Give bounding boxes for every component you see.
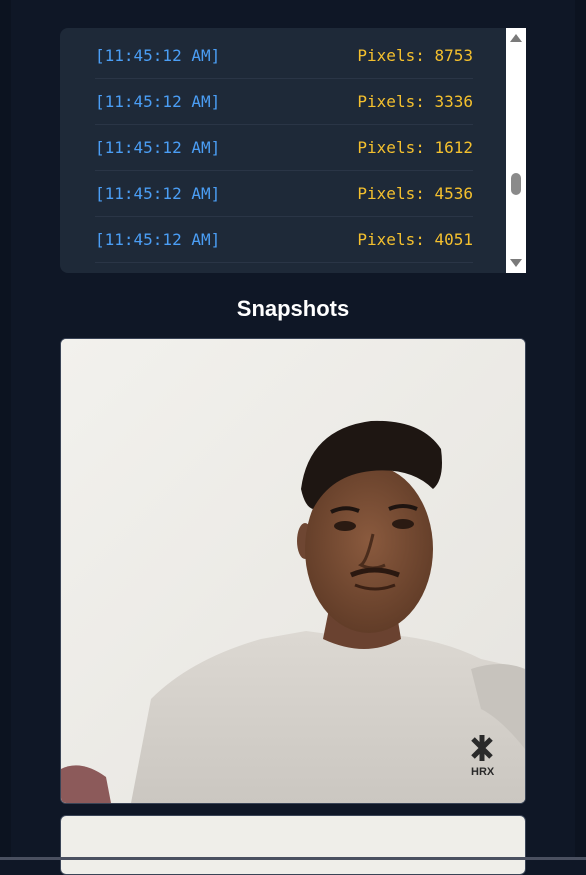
scrollbar-thumb[interactable] [511, 173, 521, 195]
log-timestamp: [11:45:12 AM] [95, 46, 221, 65]
shirt-logo-text: HRX [471, 766, 495, 778]
log-timestamp: [11:45:12 AM] [95, 92, 221, 111]
snapshot-image[interactable]: HRX [60, 338, 526, 804]
log-timestamp: [11:45:12 AM] [95, 184, 221, 203]
scroll-down-arrow-icon[interactable] [510, 259, 522, 267]
log-pixel-count: Pixels: 4536 [357, 184, 473, 203]
log-timestamp: [11:45:12 AM] [95, 138, 221, 157]
log-pixel-count: Pixels: 8753 [357, 46, 473, 65]
log-entry: [11:45:12 AM] Pixels: 8753 [95, 28, 473, 79]
snapshots-heading: Snapshots [236, 296, 350, 321]
right-gutter [575, 0, 586, 860]
log-timestamp: [11:45:12 AM] [95, 230, 221, 249]
pixel-log-panel[interactable]: [11:45:12 AM] Pixels: 8753 [11:45:12 AM]… [60, 28, 526, 273]
snapshot-photo: HRX [61, 339, 525, 803]
log-entry: [11:45:12 AM] Pixels: 4536 [95, 171, 473, 217]
log-entry: [11:45:12 AM] Pixels: 4051 [95, 217, 473, 263]
snapshot-image-partial[interactable] [60, 815, 526, 875]
log-pixel-count: Pixels: 1612 [357, 138, 473, 157]
scroll-up-arrow-icon[interactable] [510, 34, 522, 42]
log-pixel-count: Pixels: 3336 [357, 92, 473, 111]
page: [11:45:12 AM] Pixels: 8753 [11:45:12 AM]… [0, 0, 586, 875]
left-gutter [0, 0, 11, 860]
shirt-logo: HRX [471, 735, 495, 778]
pixel-log-list: [11:45:12 AM] Pixels: 8753 [11:45:12 AM]… [95, 28, 473, 263]
log-pixel-count: Pixels: 4051 [357, 230, 473, 249]
log-entry: [11:45:12 AM] Pixels: 1612 [95, 125, 473, 171]
log-scrollbar[interactable] [506, 28, 526, 273]
log-entry: [11:45:12 AM] Pixels: 3336 [95, 79, 473, 125]
